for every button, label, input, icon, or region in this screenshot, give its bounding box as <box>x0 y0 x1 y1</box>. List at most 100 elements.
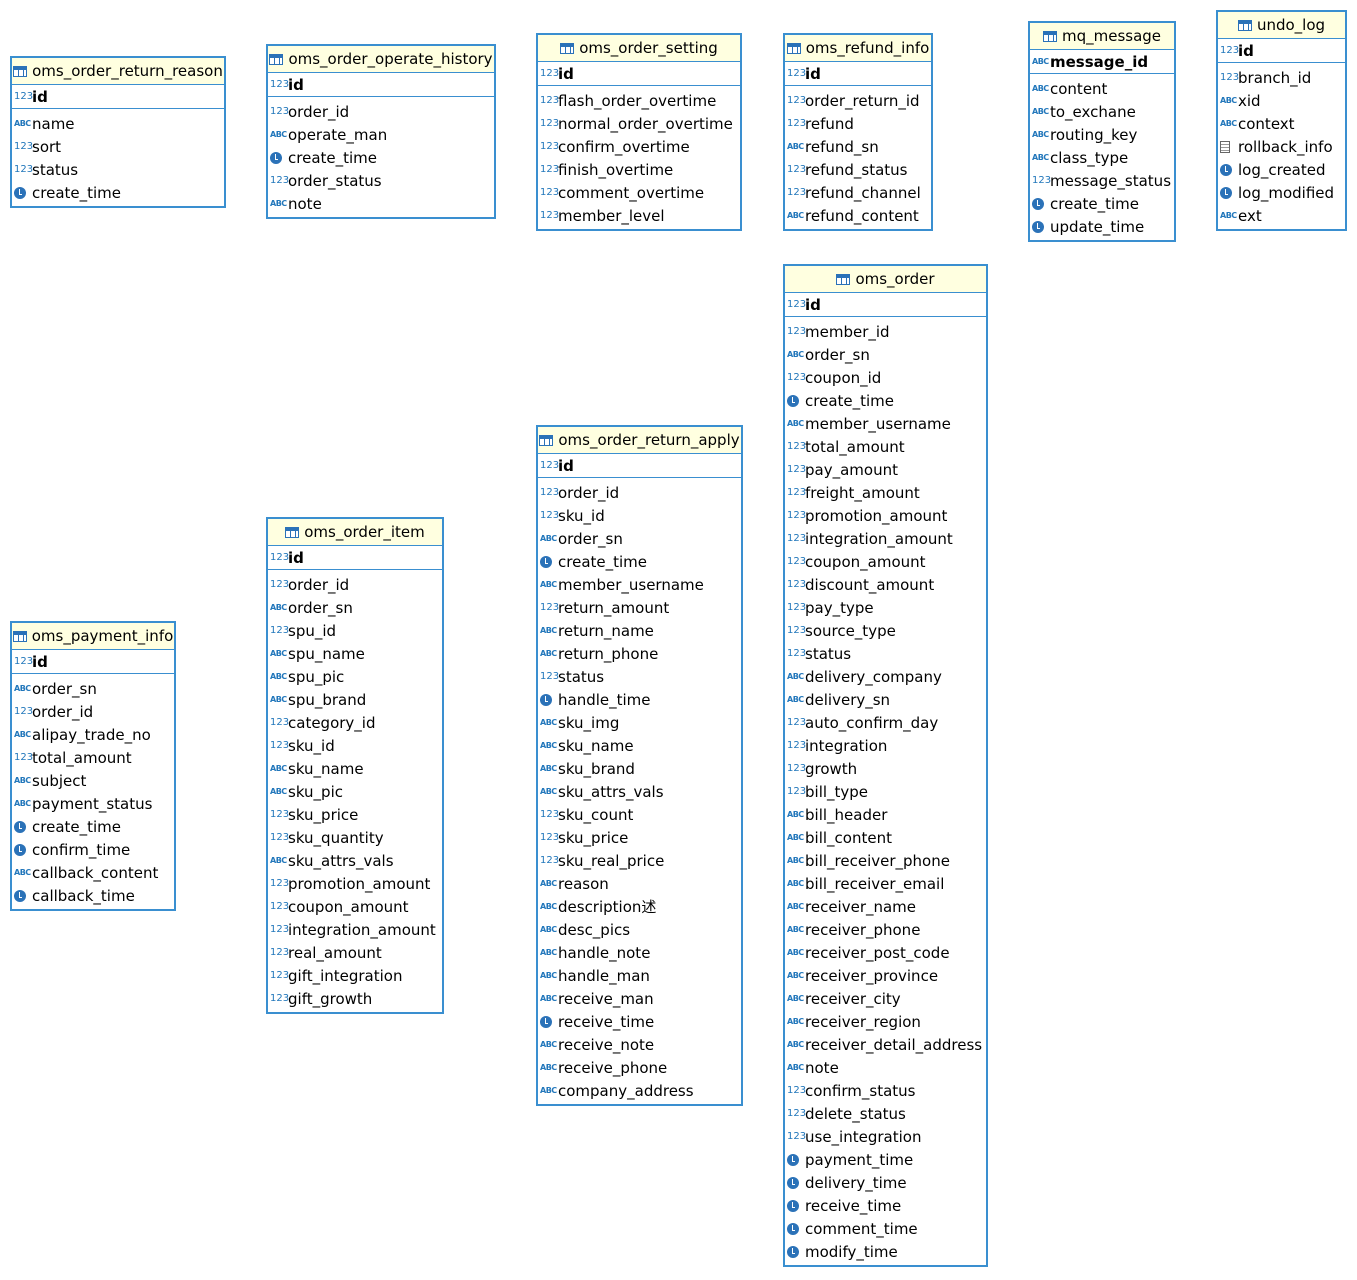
table-column[interactable]: 123 order_id <box>12 700 174 723</box>
table-column[interactable]: ABC description述 <box>538 895 741 918</box>
table-column[interactable]: ABC refund_content <box>785 204 931 227</box>
table-column[interactable]: ABC alipay_trade_no <box>12 723 174 746</box>
table-column[interactable]: ABC sku_name <box>538 734 741 757</box>
table-column[interactable]: ABC handle_note <box>538 941 741 964</box>
table-column[interactable]: 123 sku_quantity <box>268 826 442 849</box>
table-column[interactable]: ABC receive_phone <box>538 1056 741 1079</box>
table-column[interactable]: 123 confirm_overtime <box>538 135 740 158</box>
table-column[interactable]: ABC receiver_city <box>785 987 986 1010</box>
table-header[interactable]: oms_refund_info <box>785 35 931 62</box>
table-column[interactable]: 123 branch_id <box>1218 66 1345 89</box>
table-column[interactable]: ABC sku_brand <box>538 757 741 780</box>
table-column[interactable]: create_time <box>12 181 224 204</box>
table-column[interactable]: ABC bill_header <box>785 803 986 826</box>
table-column[interactable]: create_time <box>785 389 986 412</box>
table-column[interactable]: 123 sku_id <box>268 734 442 757</box>
table-column[interactable]: ABC member_username <box>785 412 986 435</box>
table-mq-message[interactable]: mq_message ABC message_id ABC content ABC to_e… <box>1028 21 1176 242</box>
table-column[interactable]: comment_time <box>785 1217 986 1240</box>
table-column[interactable]: ABC subject <box>12 769 174 792</box>
table-column[interactable]: ABC delivery_company <box>785 665 986 688</box>
primary-key-column[interactable]: 123 id <box>538 454 741 478</box>
table-column[interactable]: 123 return_amount <box>538 596 741 619</box>
table-column[interactable]: ABC receiver_region <box>785 1010 986 1033</box>
table-column[interactable]: 123 member_id <box>785 320 986 343</box>
table-column[interactable]: 123 source_type <box>785 619 986 642</box>
table-column[interactable]: 123 pay_type <box>785 596 986 619</box>
table-column[interactable]: 123 sku_price <box>538 826 741 849</box>
table-column[interactable]: ABC order_sn <box>268 596 442 619</box>
table-column[interactable]: ABC sku_attrs_vals <box>538 780 741 803</box>
table-oms-order-return-reason[interactable]: oms_order_return_reason 123 id ABC name 123 so… <box>10 56 226 208</box>
table-column[interactable]: 123 auto_confirm_day <box>785 711 986 734</box>
table-column[interactable]: 123 status <box>785 642 986 665</box>
table-column[interactable]: ABC spu_brand <box>268 688 442 711</box>
table-column[interactable]: ABC handle_man <box>538 964 741 987</box>
table-column[interactable]: create_time <box>1030 192 1174 215</box>
table-column[interactable]: 123 refund_channel <box>785 181 931 204</box>
table-column[interactable]: 123 status <box>538 665 741 688</box>
table-column[interactable]: ABC routing_key <box>1030 123 1174 146</box>
table-column[interactable]: 123 sort <box>12 135 224 158</box>
table-column[interactable]: 123 status <box>12 158 224 181</box>
primary-key-column[interactable]: 123 id <box>1218 39 1345 63</box>
table-column[interactable]: 123 promotion_amount <box>268 872 442 895</box>
primary-key-column[interactable]: 123 id <box>268 546 442 570</box>
table-column[interactable]: ABC bill_content <box>785 826 986 849</box>
table-column[interactable]: log_modified <box>1218 181 1345 204</box>
table-oms-order-item[interactable]: oms_order_item 123 id 123 order_id ABC order_s… <box>266 517 444 1014</box>
table-header[interactable]: oms_order_operate_history <box>268 46 494 73</box>
table-column[interactable]: ABC name <box>12 112 224 135</box>
table-column[interactable]: 123 delete_status <box>785 1102 986 1125</box>
table-column[interactable]: 123 total_amount <box>12 746 174 769</box>
table-column[interactable]: receive_time <box>538 1010 741 1033</box>
table-column[interactable]: 123 flash_order_overtime <box>538 89 740 112</box>
table-column[interactable]: 123 sku_real_price <box>538 849 741 872</box>
table-column[interactable]: ABC note <box>785 1056 986 1079</box>
table-column[interactable]: 123 order_id <box>538 481 741 504</box>
table-undo-log[interactable]: undo_log 123 id 123 branch_id ABC xid ABC contex… <box>1216 10 1347 231</box>
table-column[interactable]: 123 spu_id <box>268 619 442 642</box>
table-column[interactable]: rollback_info <box>1218 135 1345 158</box>
table-column[interactable]: 123 order_id <box>268 100 494 123</box>
table-column[interactable]: 123 total_amount <box>785 435 986 458</box>
table-column[interactable]: create_time <box>268 146 494 169</box>
table-column[interactable]: update_time <box>1030 215 1174 238</box>
table-column[interactable]: 123 real_amount <box>268 941 442 964</box>
table-header[interactable]: oms_order_item <box>268 519 442 546</box>
table-column[interactable]: 123 member_level <box>538 204 740 227</box>
table-column[interactable]: ABC spu_name <box>268 642 442 665</box>
table-column[interactable]: modify_time <box>785 1240 986 1263</box>
table-column[interactable]: ABC member_username <box>538 573 741 596</box>
table-column[interactable]: ABC to_exchane <box>1030 100 1174 123</box>
table-header[interactable]: oms_order <box>785 266 986 293</box>
table-column[interactable]: ABC bill_receiver_phone <box>785 849 986 872</box>
table-header[interactable]: oms_order_setting <box>538 35 740 62</box>
table-column[interactable]: ABC sku_attrs_vals <box>268 849 442 872</box>
table-column[interactable]: ABC ext <box>1218 204 1345 227</box>
table-column[interactable]: confirm_time <box>12 838 174 861</box>
table-header[interactable]: oms_order_return_reason <box>12 58 224 85</box>
table-column[interactable]: ABC receiver_detail_address <box>785 1033 986 1056</box>
table-column[interactable]: 123 growth <box>785 757 986 780</box>
table-column[interactable]: 123 category_id <box>268 711 442 734</box>
table-column[interactable]: 123 gift_growth <box>268 987 442 1010</box>
primary-key-column[interactable]: 123 id <box>785 293 986 317</box>
table-column[interactable]: 123 integration_amount <box>785 527 986 550</box>
table-column[interactable]: 123 confirm_status <box>785 1079 986 1102</box>
table-oms-refund-info[interactable]: oms_refund_info 123 id 123 order_return_id 12… <box>783 33 933 231</box>
table-column[interactable]: delivery_time <box>785 1171 986 1194</box>
table-column[interactable]: 123 sku_count <box>538 803 741 826</box>
table-column[interactable]: ABC return_phone <box>538 642 741 665</box>
table-column[interactable]: 123 coupon_id <box>785 366 986 389</box>
table-column[interactable]: 123 sku_price <box>268 803 442 826</box>
table-column[interactable]: ABC delivery_sn <box>785 688 986 711</box>
table-column[interactable]: ABC xid <box>1218 89 1345 112</box>
table-header[interactable]: oms_order_return_apply <box>538 427 741 454</box>
primary-key-column[interactable]: ABC message_id <box>1030 50 1174 74</box>
primary-key-column[interactable]: 123 id <box>12 650 174 674</box>
table-column[interactable]: ABC receive_man <box>538 987 741 1010</box>
table-column[interactable]: ABC receiver_post_code <box>785 941 986 964</box>
table-column[interactable]: 123 normal_order_overtime <box>538 112 740 135</box>
table-oms-payment-info[interactable]: oms_payment_info 123 id ABC order_sn 123 order… <box>10 621 176 911</box>
